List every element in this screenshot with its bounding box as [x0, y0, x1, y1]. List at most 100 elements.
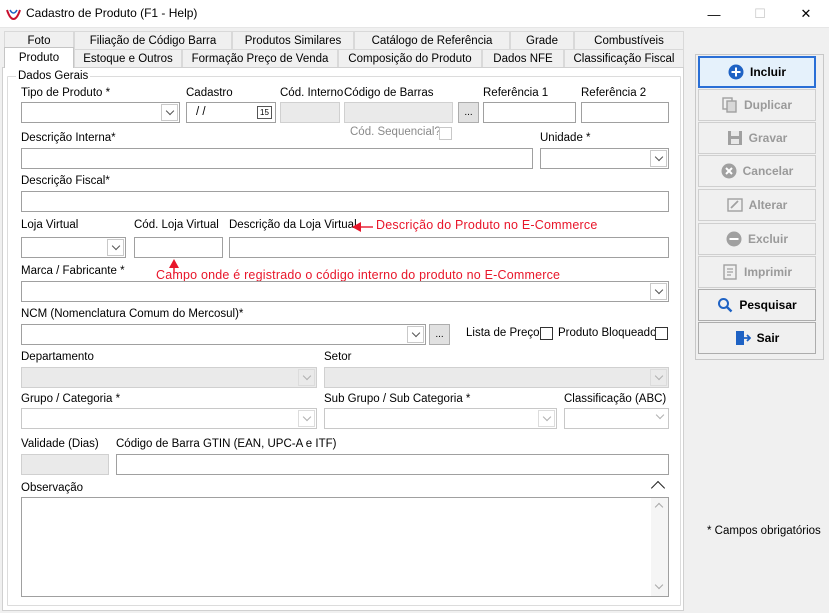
departamento-label: Departamento — [21, 351, 94, 363]
tab-produtos-similares[interactable]: Produtos Similares — [232, 31, 354, 49]
cod-interno-label: Cód. Interno — [280, 87, 344, 99]
tab-composicao-produto[interactable]: Composição do Produto — [338, 49, 482, 67]
cod-sequencial-checkbox[interactable] — [439, 127, 452, 140]
pesquisar-label: Pesquisar — [739, 298, 797, 312]
pesquisar-button[interactable]: Pesquisar — [698, 289, 816, 321]
observacao-textarea[interactable] — [21, 497, 669, 597]
tipo-produto-label: Tipo de Produto * — [21, 87, 111, 99]
descricao-interna-input[interactable] — [21, 148, 533, 169]
plus-circle-icon — [728, 64, 744, 80]
imprimir-label: Imprimir — [743, 265, 792, 279]
chevron-down-icon — [298, 369, 315, 386]
cod-sequencial-label: Cód. Sequencial? — [350, 126, 441, 138]
departamento-select — [21, 367, 317, 388]
chevron-down-icon — [650, 369, 667, 386]
cod-loja-virtual-label: Cód. Loja Virtual — [134, 219, 219, 231]
tipo-produto-select[interactable] — [21, 102, 180, 123]
cadastro-date-input[interactable]: / / 15 — [186, 102, 276, 123]
imprimir-button[interactable]: Imprimir — [698, 256, 816, 288]
scroll-down-icon[interactable] — [654, 580, 664, 590]
tab-grade[interactable]: Grade — [510, 31, 574, 49]
cancelar-button[interactable]: Cancelar — [698, 155, 816, 187]
chevron-down-icon[interactable] — [407, 326, 424, 343]
codigo-barras-label: Código de Barras — [344, 87, 434, 99]
cod-loja-virtual-input[interactable] — [134, 237, 223, 258]
tab-catalogo-referencia[interactable]: Catálogo de Referência — [354, 31, 510, 49]
duplicar-button[interactable]: Duplicar — [698, 89, 816, 121]
observacao-scrollbar[interactable] — [651, 498, 668, 596]
window-title: Cadastro de Produto (F1 - Help) — [26, 6, 198, 20]
codigo-barras-input — [344, 102, 453, 123]
tab-produto[interactable]: Produto — [4, 47, 74, 68]
chevron-down-icon[interactable] — [298, 410, 315, 427]
minimize-button[interactable]: — — [691, 0, 737, 28]
classificacao-select[interactable] — [564, 408, 669, 429]
lista-preco-label: Lista de Preço — [466, 327, 540, 339]
gtin-input[interactable] — [116, 454, 669, 475]
required-fields-note: * Campos obrigatórios — [707, 525, 821, 537]
setor-select — [324, 367, 669, 388]
tab-estoque-outros[interactable]: Estoque e Outros — [74, 49, 182, 67]
excluir-label: Excluir — [747, 232, 789, 246]
calendar-icon[interactable]: 15 — [257, 106, 272, 119]
setor-label: Setor — [324, 351, 352, 363]
cancelar-label: Cancelar — [742, 164, 794, 178]
save-icon — [727, 130, 743, 146]
alterar-button[interactable]: Alterar — [698, 189, 816, 221]
referencia1-label: Referência 1 — [483, 87, 549, 99]
validade-input — [21, 454, 109, 475]
cadastro-date-value: / / — [196, 106, 206, 118]
gravar-button[interactable]: Gravar — [698, 122, 816, 154]
scroll-up-icon[interactable] — [654, 502, 664, 512]
gravar-label: Gravar — [748, 131, 788, 145]
print-icon — [722, 264, 738, 280]
sair-button[interactable]: Sair — [698, 322, 816, 354]
tab-classificacao-fiscal[interactable]: Classificação Fiscal — [564, 49, 684, 67]
excluir-button[interactable]: Excluir — [698, 223, 816, 255]
unidade-label: Unidade * — [540, 132, 591, 144]
chevron-down-icon[interactable] — [655, 410, 665, 420]
chevron-down-icon[interactable] — [161, 104, 178, 121]
incluir-button[interactable]: Incluir — [698, 56, 816, 88]
referencia2-input[interactable] — [581, 102, 669, 123]
cadastro-label: Cadastro — [186, 87, 233, 99]
app-logo-icon — [6, 9, 21, 21]
chevron-down-icon[interactable] — [650, 150, 667, 167]
referencia2-label: Referência 2 — [581, 87, 647, 99]
descricao-loja-virtual-input[interactable] — [229, 237, 669, 258]
marca-select[interactable] — [21, 281, 669, 302]
dados-gerais-title: Dados Gerais — [16, 70, 91, 82]
ncm-lookup-button[interactable]: ... — [429, 324, 450, 345]
produto-bloqueado-label: Produto Bloqueado — [558, 327, 657, 339]
descricao-fiscal-label: Descrição Fiscal* — [21, 175, 110, 187]
chevron-down-icon[interactable] — [107, 239, 124, 256]
tab-dados-nfe[interactable]: Dados NFE — [482, 49, 564, 67]
descricao-fiscal-input[interactable] — [21, 191, 669, 212]
tab-formacao-preco-venda[interactable]: Formação Preço de Venda — [182, 49, 338, 67]
ncm-select[interactable] — [21, 324, 426, 345]
minus-circle-icon — [726, 231, 742, 247]
search-icon — [717, 297, 733, 313]
referencia1-input[interactable] — [483, 102, 576, 123]
tab-filiacao-codigo-barra[interactable]: Filiação de Código Barra — [74, 31, 232, 49]
unidade-select[interactable] — [540, 148, 669, 169]
sub-grupo-select[interactable] — [324, 408, 557, 429]
close-button[interactable]: ✕ — [783, 0, 829, 28]
maximize-button[interactable]: ☐ — [737, 0, 783, 28]
grupo-select[interactable] — [21, 408, 317, 429]
alterar-label: Alterar — [748, 198, 788, 212]
loja-virtual-select[interactable] — [21, 237, 126, 258]
lista-preco-checkbox[interactable] — [540, 327, 553, 340]
tab-combustiveis[interactable]: Combustíveis — [574, 31, 684, 49]
descricao-interna-label: Descrição Interna* — [21, 132, 116, 144]
chevron-down-icon[interactable] — [538, 410, 555, 427]
codigo-barras-lookup-button[interactable]: ... — [458, 102, 479, 123]
chevron-down-icon[interactable] — [650, 283, 667, 300]
cod-interno-input — [280, 102, 340, 123]
marca-label: Marca / Fabricante * — [21, 265, 125, 277]
edit-icon — [726, 197, 743, 213]
arrow-left-icon — [352, 222, 373, 232]
exit-icon — [735, 330, 751, 346]
produto-bloqueado-checkbox[interactable] — [655, 327, 668, 340]
classificacao-label: Classificação (ABC) — [564, 393, 667, 405]
